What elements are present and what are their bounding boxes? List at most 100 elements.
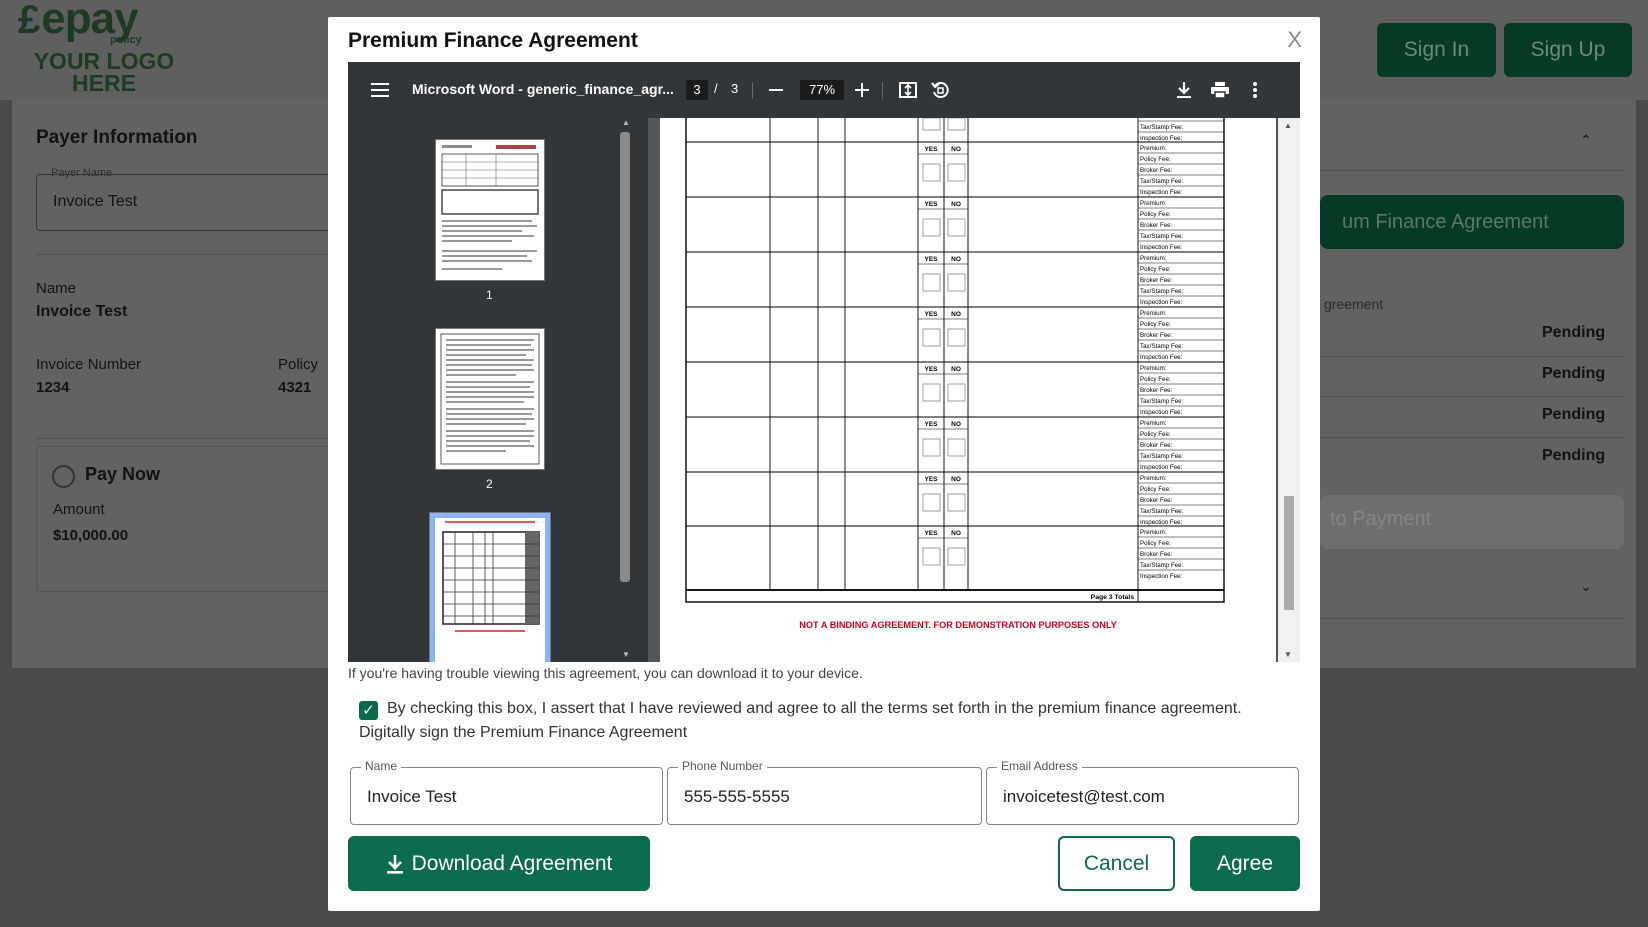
yes-label: YES: [924, 146, 938, 153]
pound-icon: £: [18, 0, 40, 42]
signer-name-field[interactable]: Name Invoice Test: [350, 759, 663, 825]
agree-checkbox[interactable]: ✓: [359, 701, 378, 720]
cancel-button[interactable]: Cancel: [1058, 836, 1175, 891]
fee-label: Tax/Stamp Fee:: [1140, 288, 1184, 295]
sign-up-button[interactable]: Sign Up: [1504, 23, 1632, 77]
yes-label: YES: [924, 530, 938, 537]
scroll-down-icon[interactable]: ▼: [622, 650, 630, 659]
sign-in-button[interactable]: Sign In: [1377, 23, 1496, 77]
no-checkbox: [947, 218, 966, 237]
yes-checkbox: [922, 383, 941, 402]
fit-page-icon[interactable]: [898, 80, 918, 100]
document-scrollbar[interactable]: ▲ ▼: [1278, 118, 1300, 662]
page-number-input[interactable]: 3: [686, 80, 708, 100]
download-icon[interactable]: [1174, 80, 1194, 100]
payer-name-field[interactable]: Payer Name Invoice Test: [36, 167, 366, 231]
page-thumbnail-2[interactable]: [436, 329, 544, 469]
scroll-down-icon[interactable]: ▼: [1284, 650, 1292, 659]
no-label: NO: [951, 366, 961, 373]
yes-label: YES: [924, 421, 938, 428]
chevron-down-icon[interactable]: ⌄: [1580, 578, 1592, 595]
email-address-field[interactable]: Email Address invoicetest@test.com: [986, 759, 1299, 825]
fee-label: Premium:: [1140, 529, 1167, 536]
thumbnail-sidebar: 1 2 ▲ ▼: [348, 118, 648, 662]
fee-label: Premium:: [1140, 255, 1167, 262]
scrollbar-thumb[interactable]: [1284, 496, 1294, 610]
payer-section-title: Payer Information: [36, 127, 198, 148]
fee-label: Premium:: [1140, 420, 1167, 427]
yes-checkbox: [922, 328, 941, 347]
thumbnail-scrollbar[interactable]: [620, 132, 630, 582]
fee-label: Broker Fee:: [1140, 167, 1173, 174]
print-icon[interactable]: [1210, 80, 1230, 100]
fee-label: Premium:: [1140, 145, 1167, 152]
fee-label: Policy Fee:: [1140, 321, 1171, 328]
yes-checkbox: [922, 547, 941, 566]
fee-label: Inspection Fee:: [1140, 135, 1183, 142]
yes-checkbox: [922, 438, 941, 457]
continue-to-payment-button[interactable]: to Payment: [1320, 495, 1624, 549]
fee-label: Inspection Fee:: [1140, 409, 1183, 416]
yes-label: YES: [924, 201, 938, 208]
agree-text: By checking this box, I assert that I ha…: [359, 700, 1242, 741]
more-options-icon[interactable]: [1245, 80, 1265, 100]
demo-notice: NOT A BINDING AGREEMENT. FOR DEMONSTRATI…: [799, 620, 1117, 630]
fee-label: Policy Fee:: [1140, 540, 1171, 547]
page-thumbnail-1[interactable]: [436, 140, 544, 280]
status-badge: Pending: [1542, 406, 1606, 423]
no-checkbox: [947, 493, 966, 512]
agree-button[interactable]: Agree: [1190, 836, 1300, 891]
totals-row: [685, 589, 1225, 603]
fee-label: Inspection Fee:: [1140, 573, 1183, 580]
fee-label: Broker Fee:: [1140, 277, 1173, 284]
phone-number-field[interactable]: Phone Number 555-555-5555: [667, 759, 982, 825]
no-label: NO: [951, 146, 961, 153]
zoom-level[interactable]: 77%: [800, 80, 844, 100]
fee-label: Premium:: [1140, 310, 1167, 317]
yes-checkbox: [922, 117, 941, 131]
amount-value: $10,000.00: [53, 527, 129, 544]
fee-label: Inspection Fee:: [1140, 519, 1183, 526]
premium-finance-modal: Premium Finance Agreement X Microsoft Wo…: [328, 17, 1320, 911]
zoom-in-icon[interactable]: [852, 80, 872, 100]
pay-now-radio[interactable]: [52, 465, 75, 488]
download-help-text: If you're having trouble viewing this ag…: [348, 665, 863, 681]
document-title: Microsoft Word - generic_finance_agr...: [412, 81, 674, 97]
download-icon: [386, 854, 403, 874]
yes-label: YES: [924, 256, 938, 263]
page-totals-label: Page 3 Totals: [1091, 594, 1135, 601]
payer-name-value: Invoice Test: [36, 303, 128, 320]
download-agreement-button[interactable]: Download Agreement: [348, 836, 650, 891]
yes-label: YES: [924, 476, 938, 483]
pay-now-option[interactable]: Pay Now Amount $10,000.00: [36, 446, 366, 592]
menu-icon[interactable]: [370, 80, 390, 100]
fee-label: Policy Fee:: [1140, 156, 1171, 163]
close-button[interactable]: X: [1287, 27, 1302, 53]
fee-label: Tax/Stamp Fee:: [1140, 508, 1184, 515]
document-page-area: Tax/Stamp Fee: Inspection Fee: YES NO Premiu…: [648, 115, 1300, 662]
status-badge: Pending: [1542, 447, 1606, 464]
chevron-up-icon[interactable]: ⌃: [1580, 132, 1592, 149]
fee-label: Premium:: [1140, 475, 1167, 482]
no-checkbox: [947, 273, 966, 292]
document-page-3: Tax/Stamp Fee: Inspection Fee: YES NO Premiu…: [660, 115, 1276, 662]
fee-label: Inspection Fee:: [1140, 464, 1183, 471]
scroll-up-icon[interactable]: ▲: [622, 118, 630, 127]
rotate-icon[interactable]: [930, 80, 950, 100]
no-label: NO: [951, 256, 961, 263]
pdf-viewer: Microsoft Word - generic_finance_agr... …: [348, 62, 1300, 662]
fee-label: Inspection Fee:: [1140, 354, 1183, 361]
fee-label: Broker Fee:: [1140, 497, 1173, 504]
scroll-up-icon[interactable]: ▲: [1284, 121, 1292, 130]
no-label: NO: [951, 311, 961, 318]
fee-label: Tax/Stamp Fee:: [1140, 562, 1184, 569]
yes-checkbox: [922, 163, 941, 182]
yes-label: YES: [924, 366, 938, 373]
fee-label: Broker Fee:: [1140, 332, 1173, 339]
zoom-out-icon[interactable]: [766, 80, 786, 100]
fee-label: Broker Fee:: [1140, 551, 1173, 558]
modal-title: Premium Finance Agreement: [348, 29, 638, 52]
finance-agreement-button[interactable]: um Finance Agreement: [1320, 195, 1624, 249]
page-thumbnail-3-selected[interactable]: [430, 513, 550, 662]
yes-checkbox: [922, 493, 941, 512]
